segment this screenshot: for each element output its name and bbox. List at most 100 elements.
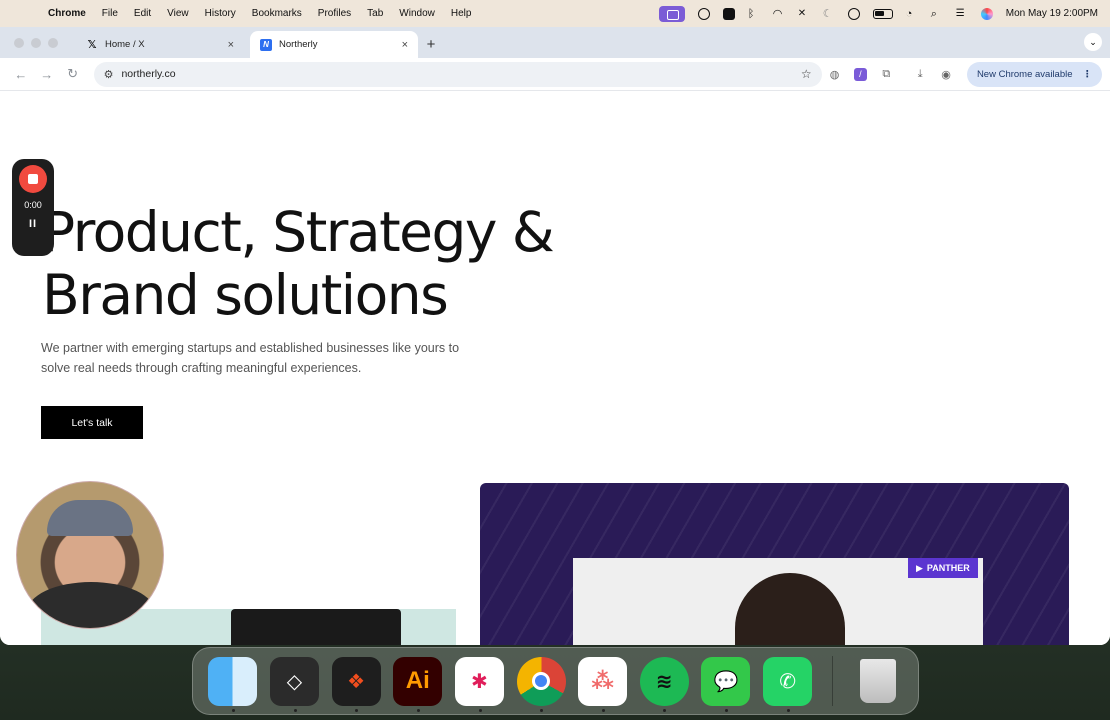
reload-icon[interactable]: ↻ [60,66,86,82]
dock-chrome[interactable] [510,650,572,713]
window-controls [0,27,72,58]
spotify-icon: ≋ [639,656,689,706]
mute-icon[interactable]: ✕ [798,8,810,20]
webcam-figure-cap [47,500,133,536]
menu-view[interactable]: View [159,8,197,19]
running-indicator [663,708,667,712]
menu-edit[interactable]: Edit [126,8,159,19]
finder-icon [208,656,258,706]
profile-avatar-icon[interactable]: ◉ [933,68,959,81]
bluetooth-icon[interactable]: ᛒ [748,8,760,20]
new-tab-plus-icon[interactable]: + [418,31,444,58]
running-indicator [601,708,605,712]
hero-title-line-2: Brand solutions [42,263,449,327]
tab-northerly[interactable]: N Northerly × [250,31,418,58]
webcam-bubble[interactable] [16,481,164,629]
spotlight-search-icon[interactable]: ⌕ [931,8,943,20]
menu-history[interactable]: History [197,8,244,19]
messages-icon: 💬 [701,656,751,706]
airdrop-icon[interactable]: ◠ [773,8,785,20]
lets-talk-button[interactable]: Let's talk [41,406,143,439]
battery-icon[interactable] [872,8,893,19]
extension-purple-icon[interactable]: / [848,67,874,81]
now-playing-icon[interactable] [847,7,860,20]
menu-bar: Chrome File Edit View History Bookmarks … [0,0,1110,27]
site-info-icon[interactable]: ⚙ [104,68,114,81]
running-indicator [355,708,359,712]
webcam-figure-hoodie [27,582,155,628]
close-tab-icon[interactable]: × [228,39,234,51]
minimize-window-button[interactable] [31,37,41,48]
asana-icon: ⁂ [578,656,628,706]
siri-icon[interactable] [980,7,993,20]
forward-arrow-icon[interactable]: → [34,67,60,82]
update-label: New Chrome available [976,68,1073,80]
dock-slack[interactable]: ✱ [449,650,511,713]
pause-recording-button[interactable]: II [29,218,37,230]
hero-title: Product, Strategy & Brand solutions [42,200,555,327]
browser-window: 𝕏 Home / X × N Northerly × + ⌄ ← → ↻ ⚙ n… [0,27,1110,645]
stack-app-icon: ◇ [269,656,319,706]
wifi-icon[interactable]: ◔ [906,8,918,20]
panther-badge: ▶ PANTHER [908,558,978,578]
extension-translate-icon[interactable]: ◍ [822,68,848,81]
dock: ◇ ❖ Ai ✱ ⁂ ≋ 💬 ✆ [192,647,919,715]
running-indicator [725,708,729,712]
menu-help[interactable]: Help [443,8,480,19]
hero-title-line-1: Product, Strategy & [42,200,555,264]
close-window-button[interactable] [14,37,24,48]
new-chrome-available-button[interactable]: New Chrome available ⋮ [966,61,1103,87]
status-app-icon[interactable] [697,7,710,20]
stop-recording-button[interactable] [19,165,47,193]
phone-mockup-image [231,609,401,645]
focus-moon-icon[interactable]: ☾ [823,8,835,20]
web-page: Product, Strategy & Brand solutions We p… [0,91,1110,645]
menu-file[interactable]: File [94,8,126,19]
screen-record-icon[interactable] [658,5,685,22]
status-app2-icon[interactable] [722,7,735,20]
menu-bar-clock[interactable]: Mon May 19 2:00PM [1006,8,1098,19]
x-logo-icon: 𝕏 [87,39,97,51]
more-menu-icon[interactable]: ⋮ [1083,69,1093,80]
tab-title: Northerly [279,39,318,50]
control-center-icon[interactable]: ☰ [956,8,968,20]
dock-finder[interactable] [202,650,264,713]
menu-tab[interactable]: Tab [359,8,391,19]
back-arrow-icon[interactable]: ← [8,67,34,82]
dock-whatsapp[interactable]: ✆ [757,650,819,713]
screen-recorder-widget: 0:00 II [12,159,54,256]
dock-illustrator[interactable]: Ai [387,650,449,713]
running-indicator [293,708,297,712]
menu-app-name[interactable]: Chrome [40,8,94,19]
bookmark-star-icon[interactable]: ☆ [801,67,812,81]
northerly-logo-icon: N [260,38,272,51]
dock-messages[interactable]: 💬 [695,650,757,713]
panther-logo-icon: ▶ [916,562,923,573]
downloads-icon[interactable]: ⤓ [907,68,933,81]
running-indicator [786,708,790,712]
menu-window[interactable]: Window [391,8,443,19]
tab-home-x[interactable]: 𝕏 Home / X × [76,31,244,58]
menu-bookmarks[interactable]: Bookmarks [244,8,310,19]
running-indicator [416,708,420,712]
dock-figma[interactable]: ❖ [325,650,387,713]
menu-profiles[interactable]: Profiles [310,8,359,19]
address-url[interactable]: northerly.co [121,68,800,80]
panther-badge-label: PANTHER [926,563,970,573]
whatsapp-icon: ✆ [763,656,813,706]
close-tab-icon[interactable]: × [402,39,408,51]
hero-subtitle: We partner with emerging startups and es… [41,341,460,375]
case-study-card-panther[interactable]: ▶ PANTHER [480,483,1069,645]
zoom-window-button[interactable] [48,37,58,48]
dock-linear[interactable]: ◇ [264,650,326,713]
running-indicator [232,708,235,712]
dock-spotify[interactable]: ≋ [633,650,695,713]
extensions-puzzle-icon[interactable]: ⧉ [873,68,899,81]
dock-asana[interactable]: ⁂ [572,650,634,713]
running-indicator [540,708,544,712]
address-bar[interactable]: ⚙ northerly.co ☆ [93,61,822,87]
recording-timer: 0:00 [24,200,42,210]
tab-search-chevron-icon[interactable]: ⌄ [1084,33,1102,51]
dock-trash[interactable] [847,650,909,713]
illustrator-icon: Ai [393,656,443,706]
